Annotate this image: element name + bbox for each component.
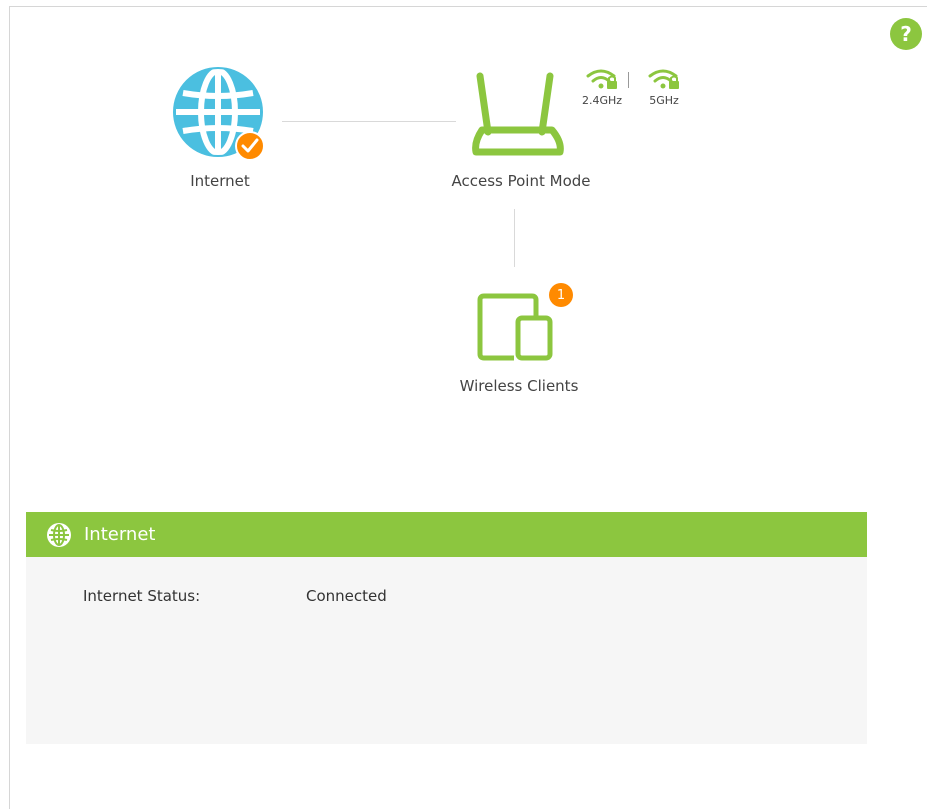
wifi-lock-icon	[648, 69, 679, 89]
router-node[interactable]	[462, 68, 572, 162]
connector-line	[514, 209, 515, 267]
internet-panel-header: Internet	[26, 512, 867, 557]
internet-status-label: Internet Status:	[83, 587, 201, 605]
internet-label: Internet	[190, 172, 250, 190]
internet-node[interactable]	[170, 66, 270, 162]
panel-title: Internet	[84, 524, 156, 545]
globe-icon	[46, 522, 72, 548]
clients-label: Wireless Clients	[459, 377, 579, 395]
band-separator	[628, 72, 629, 88]
globe-icon	[173, 67, 265, 161]
internet-status-value: Connected	[306, 587, 387, 605]
router-icon	[472, 72, 564, 156]
band-5ghz[interactable]: 5GHz	[640, 68, 688, 112]
check-icon	[235, 131, 265, 161]
connector-line	[282, 121, 456, 122]
band-24ghz-label: 2.4GHz	[581, 94, 623, 107]
router-label: Access Point Mode	[451, 172, 591, 190]
clients-count-badge: 1	[549, 283, 573, 307]
band-5ghz-label: 5GHz	[649, 94, 679, 107]
internet-panel-body: Internet Status: Connected	[26, 557, 867, 744]
band-24ghz[interactable]: 2.4GHz	[578, 68, 626, 112]
help-button[interactable]: ?	[890, 18, 922, 50]
wifi-lock-icon	[586, 69, 617, 89]
